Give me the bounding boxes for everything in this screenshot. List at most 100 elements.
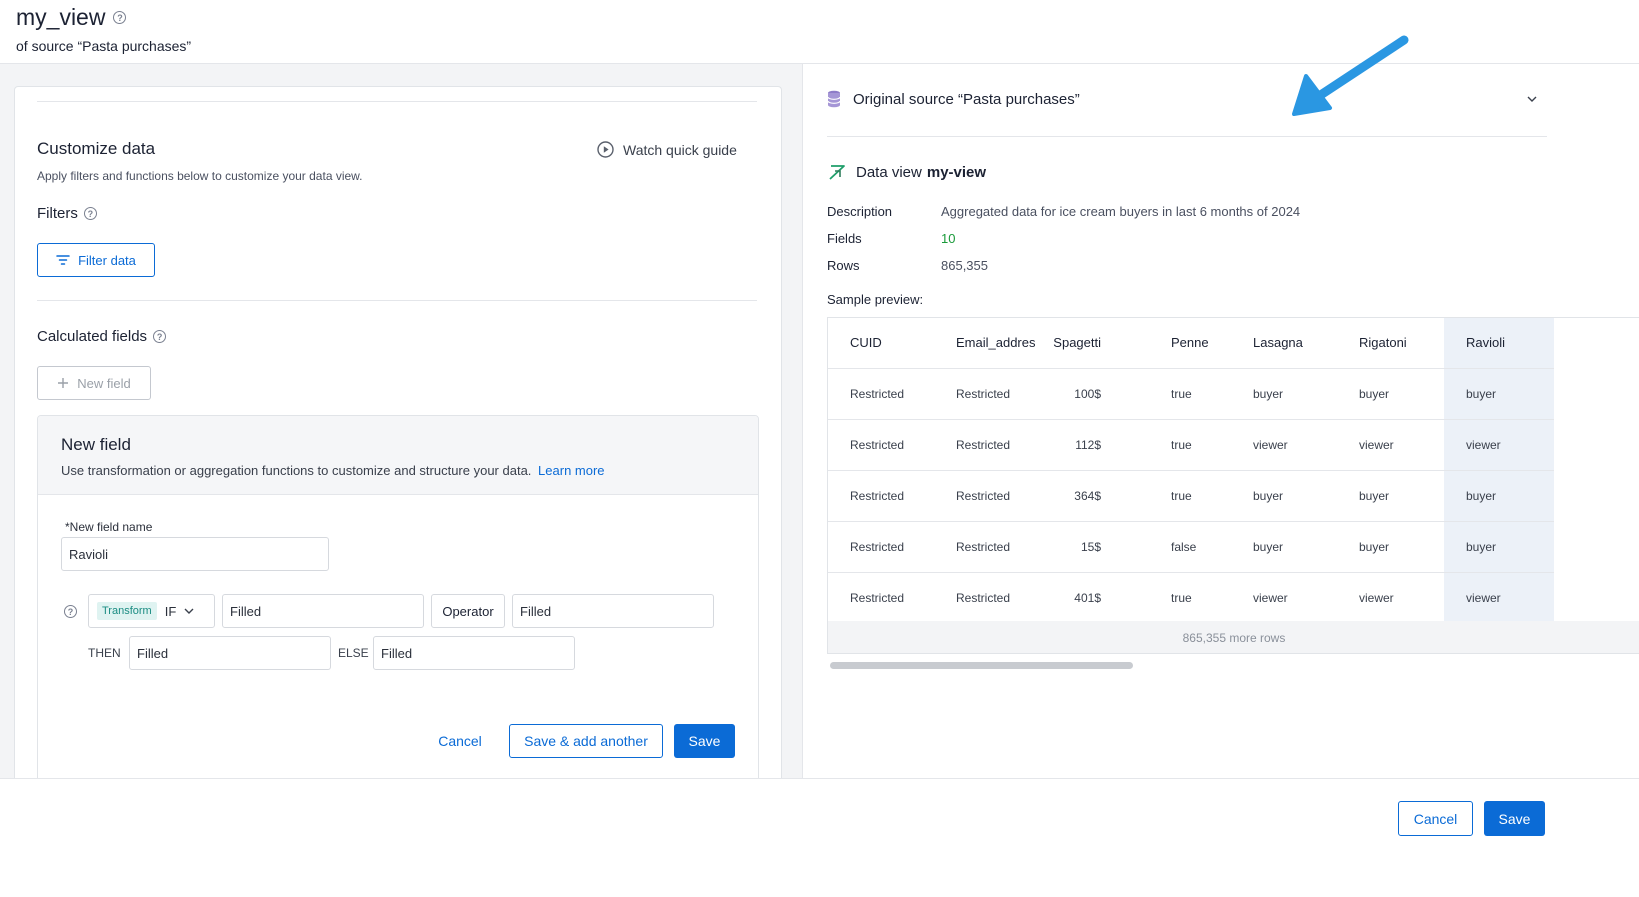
help-icon[interactable]: ? bbox=[83, 207, 97, 220]
footer-cancel-button[interactable]: Cancel bbox=[1398, 801, 1473, 836]
right-panel: Original source “Pasta purchases” Data v… bbox=[802, 64, 1639, 778]
table-cell: Restricted bbox=[934, 572, 1049, 624]
page-title: my_view bbox=[16, 4, 106, 30]
sample-preview-label: Sample preview: bbox=[827, 292, 924, 307]
column-header[interactable]: Email_addres bbox=[934, 318, 1049, 369]
column-header[interactable]: Penne bbox=[1125, 318, 1231, 369]
table-cell: false bbox=[1125, 521, 1231, 573]
learn-more-link[interactable]: Learn more bbox=[538, 463, 604, 478]
new-field-button[interactable]: New field bbox=[37, 366, 151, 400]
table-row: Restricted Restricted 15$ false buyer bu… bbox=[828, 521, 1554, 573]
page-title-row: my_view ? bbox=[16, 4, 127, 31]
footer-save-button[interactable]: Save bbox=[1484, 801, 1545, 836]
table-cell: viewer bbox=[1231, 572, 1337, 624]
description-value: Aggregated data for ice cream buyers in … bbox=[941, 204, 1301, 219]
divider bbox=[37, 300, 757, 301]
table-cell: 401$ bbox=[1049, 572, 1125, 624]
page-footer: Cancel Save bbox=[0, 778, 1639, 897]
filters-heading: Filters ? bbox=[37, 205, 97, 222]
new-field-form: New field Use transformation or aggregat… bbox=[37, 415, 759, 778]
rows-label: Rows bbox=[827, 258, 860, 273]
original-source-row[interactable]: Original source “Pasta purchases” bbox=[827, 90, 1080, 108]
watch-guide-label: Watch quick guide bbox=[623, 141, 737, 158]
condition-input[interactable]: Filled bbox=[222, 594, 424, 628]
table-cell: viewer bbox=[1337, 419, 1444, 471]
customize-title: Customize data bbox=[37, 139, 156, 158]
table-cell: 112$ bbox=[1049, 419, 1125, 471]
else-label: ELSE bbox=[338, 646, 369, 660]
help-icon[interactable]: ? bbox=[113, 11, 127, 24]
field-name-label: *New field name bbox=[65, 520, 153, 534]
more-rows-footer: 865,355 more rows bbox=[828, 621, 1639, 653]
database-icon bbox=[827, 90, 841, 108]
table-cell: 364$ bbox=[1049, 470, 1125, 522]
data-view-prefix: Data view bbox=[856, 163, 922, 181]
new-field-button-label: New field bbox=[77, 375, 131, 391]
page-subtitle: of source “Pasta purchases” bbox=[16, 38, 192, 54]
data-view-name: my-view bbox=[926, 163, 987, 181]
table-cell: true bbox=[1125, 572, 1231, 624]
table-cell: Restricted bbox=[828, 521, 934, 573]
table-row: Restricted Restricted 100$ true buyer bu… bbox=[828, 368, 1554, 420]
if-label: IF bbox=[164, 603, 177, 619]
filter-data-button[interactable]: Filter data bbox=[37, 243, 155, 277]
table-cell: buyer bbox=[1444, 470, 1554, 522]
column-header[interactable]: CUID bbox=[828, 318, 934, 369]
form-save-button[interactable]: Save bbox=[674, 724, 735, 758]
table-cell: viewer bbox=[1337, 572, 1444, 624]
table-row: Restricted Restricted 112$ true viewer v… bbox=[828, 419, 1554, 471]
table-cell: buyer bbox=[1231, 470, 1337, 522]
table-header-row: CUID Email_addres Spagetti Penne Lasagna… bbox=[828, 318, 1554, 369]
table-cell: 100$ bbox=[1049, 368, 1125, 420]
table-cell: Restricted bbox=[828, 368, 934, 420]
table-cell: viewer bbox=[1231, 419, 1337, 471]
table-row: Restricted Restricted 401$ true viewer v… bbox=[828, 572, 1554, 624]
then-input[interactable]: Filled bbox=[129, 636, 331, 670]
annotation-arrow-icon bbox=[1292, 35, 1409, 116]
column-header[interactable]: Spagetti bbox=[1049, 318, 1125, 369]
rows-value: 865,355 bbox=[941, 258, 988, 273]
new-field-form-header: New field Use transformation or aggregat… bbox=[38, 416, 758, 495]
else-input[interactable]: Filled bbox=[373, 636, 575, 670]
table-cell: true bbox=[1125, 419, 1231, 471]
description-label: Description bbox=[827, 204, 893, 219]
column-header[interactable]: Lasagna bbox=[1231, 318, 1337, 369]
customize-card: Customize data Apply filters and functio… bbox=[14, 86, 782, 778]
horizontal-scrollbar[interactable] bbox=[830, 662, 1133, 669]
table-cell: buyer bbox=[1444, 521, 1554, 573]
column-header[interactable]: Rigatoni bbox=[1337, 318, 1444, 369]
original-source-title: Original source “Pasta purchases” bbox=[853, 90, 1080, 108]
help-icon[interactable]: ? bbox=[64, 605, 77, 618]
chevron-down-icon bbox=[184, 608, 194, 614]
new-field-description: Use transformation or aggregation functi… bbox=[61, 463, 532, 478]
play-circle-icon bbox=[597, 141, 614, 158]
filter-lines-icon bbox=[56, 255, 70, 265]
filters-label: Filters bbox=[37, 205, 78, 222]
operator-select[interactable]: Operator bbox=[431, 594, 505, 628]
table-cell: viewer bbox=[1444, 572, 1554, 624]
table-cell: Restricted bbox=[828, 419, 934, 471]
help-icon[interactable]: ? bbox=[153, 330, 167, 343]
divider bbox=[827, 136, 1547, 137]
form-cancel-button[interactable]: Cancel bbox=[430, 724, 490, 758]
table-cell: true bbox=[1125, 470, 1231, 522]
sample-table: CUID Email_addres Spagetti Penne Lasagna… bbox=[828, 318, 1554, 624]
column-header[interactable]: Ravioli bbox=[1444, 318, 1554, 369]
fields-label: Fields bbox=[827, 231, 862, 246]
save-add-another-button[interactable]: Save & add another bbox=[509, 724, 663, 758]
operator-value-input[interactable]: Filled bbox=[512, 594, 714, 628]
table-cell: Restricted bbox=[934, 419, 1049, 471]
chevron-down-icon[interactable] bbox=[1527, 96, 1537, 102]
table-cell: Restricted bbox=[934, 521, 1049, 573]
function-select[interactable]: Transform IF bbox=[88, 594, 215, 628]
data-view-icon bbox=[829, 165, 845, 180]
table-cell: buyer bbox=[1231, 521, 1337, 573]
table-cell: viewer bbox=[1444, 419, 1554, 471]
table-cell: Restricted bbox=[934, 470, 1049, 522]
table-row: Restricted Restricted 364$ true buyer bu… bbox=[828, 470, 1554, 522]
table-cell: buyer bbox=[1337, 368, 1444, 420]
field-name-input[interactable]: Ravioli bbox=[61, 537, 329, 571]
new-field-description-row: Use transformation or aggregation functi… bbox=[61, 463, 605, 478]
watch-guide-link[interactable]: Watch quick guide bbox=[597, 141, 737, 158]
table-cell: buyer bbox=[1337, 470, 1444, 522]
